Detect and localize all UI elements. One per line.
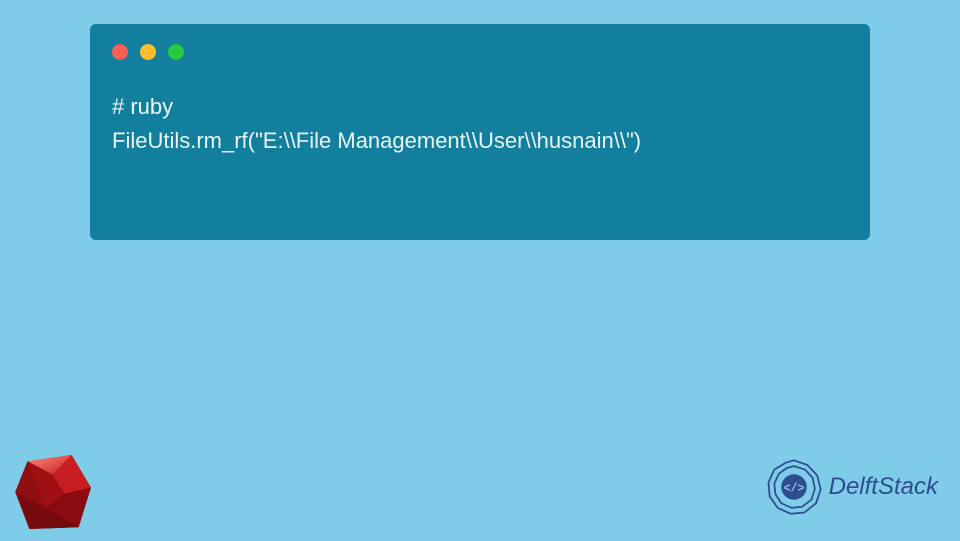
close-icon xyxy=(112,44,128,60)
delftstack-logo: </> DelftStack xyxy=(765,458,938,516)
delftstack-badge-icon: </> xyxy=(765,458,823,516)
window-controls xyxy=(112,44,848,60)
maximize-icon xyxy=(168,44,184,60)
code-window: # ruby FileUtils.rm_rf("E:\\File Managem… xyxy=(90,24,870,240)
code-line-2: FileUtils.rm_rf("E:\\File Management\\Us… xyxy=(112,128,641,153)
delftstack-text: DelftStack xyxy=(829,473,938,501)
code-line-1: # ruby xyxy=(112,94,173,119)
minimize-icon xyxy=(140,44,156,60)
ruby-logo-icon xyxy=(10,448,98,536)
svg-text:</>: </> xyxy=(783,483,804,496)
code-content: # ruby FileUtils.rm_rf("E:\\File Managem… xyxy=(112,90,848,158)
